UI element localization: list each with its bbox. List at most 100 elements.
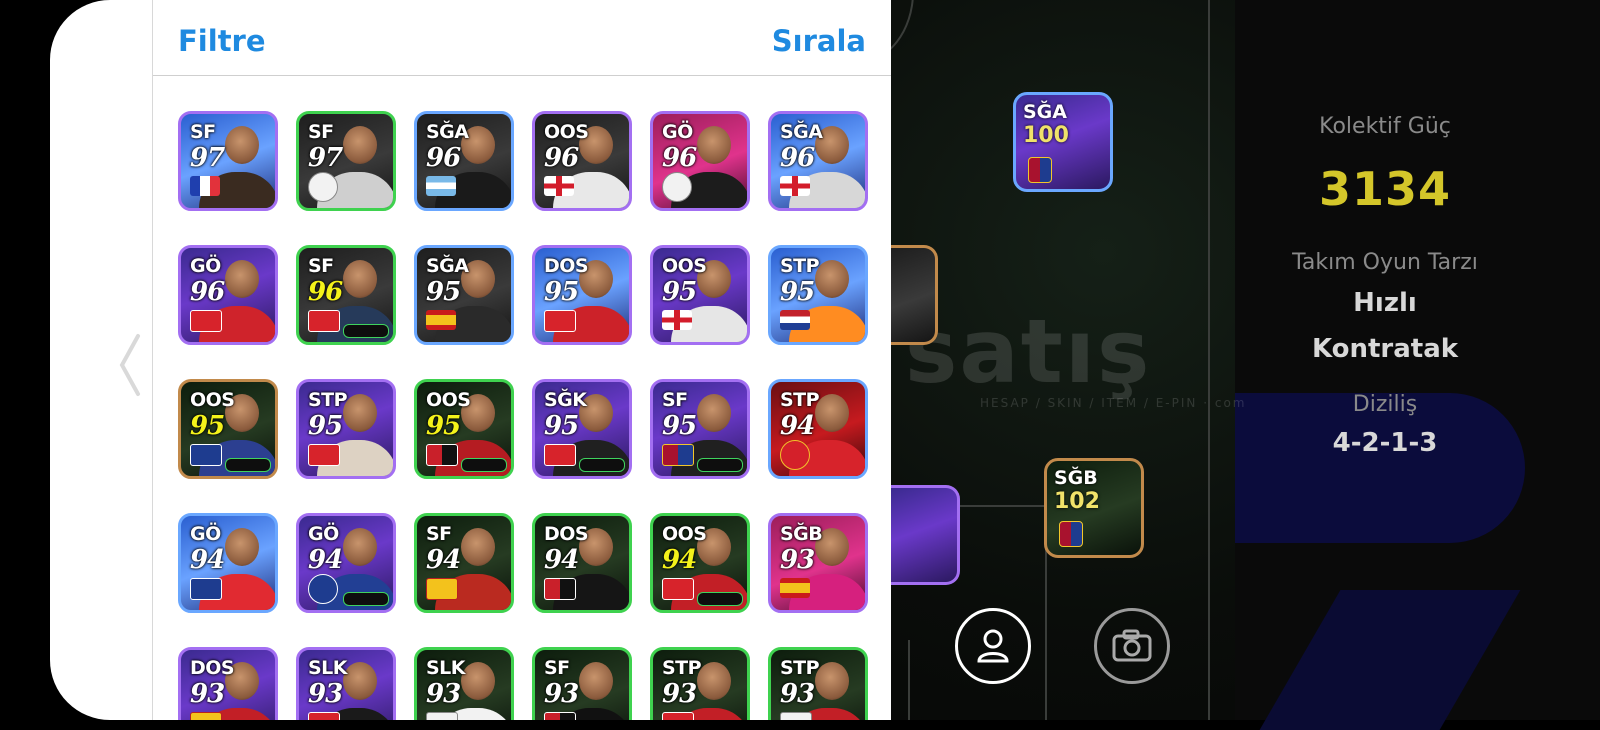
booster-slots-icon bbox=[461, 458, 507, 472]
club-crest-icon bbox=[190, 712, 222, 720]
player-card[interactable]: SF 94 bbox=[414, 513, 514, 613]
player-card[interactable]: STP 93 bbox=[768, 647, 868, 720]
pitch-card-rating: 102 bbox=[1054, 489, 1100, 514]
filter-button[interactable]: Filtre bbox=[178, 24, 266, 58]
player-rating: 96 bbox=[544, 143, 579, 173]
list-header: Filtre Sırala bbox=[153, 0, 891, 76]
player-card[interactable]: STP 93 bbox=[650, 647, 750, 720]
player-rating: 97 bbox=[308, 143, 343, 173]
player-card[interactable]: OOS 95 bbox=[178, 379, 278, 479]
player-card[interactable]: SF 96 bbox=[296, 245, 396, 345]
player-position: GÖ bbox=[308, 523, 339, 545]
player-position: DOS bbox=[190, 657, 235, 679]
pitch-player-card[interactable]: SĞB 102 bbox=[1044, 458, 1144, 558]
booster-slots-icon bbox=[343, 324, 389, 338]
player-card[interactable]: GÖ 96 bbox=[178, 245, 278, 345]
player-photo-head bbox=[815, 662, 849, 700]
player-position: OOS bbox=[662, 523, 707, 545]
player-rating: 95 bbox=[662, 411, 697, 441]
club-crest-icon bbox=[544, 310, 576, 332]
player-card[interactable]: OOS 95 bbox=[650, 245, 750, 345]
player-card[interactable]: OOS 94 bbox=[650, 513, 750, 613]
player-card[interactable]: SF 97 bbox=[178, 111, 278, 211]
player-card[interactable]: SĞA 96 bbox=[414, 111, 514, 211]
player-card[interactable]: SĞA 96 bbox=[768, 111, 868, 211]
collective-power-value: 3134 bbox=[1318, 162, 1452, 216]
club-crest-icon bbox=[308, 712, 340, 720]
country-flag-icon bbox=[780, 310, 810, 330]
player-card[interactable]: STP 95 bbox=[296, 379, 396, 479]
player-position: OOS bbox=[426, 389, 471, 411]
player-position: SĞK bbox=[544, 389, 587, 411]
player-list-panel: Filtre Sırala SF 97 SF 97 SĞA 96 OOS 96 GÖ 96 SĞA 9… bbox=[152, 0, 891, 720]
player-rating: 95 bbox=[308, 411, 343, 441]
player-position: GÖ bbox=[662, 121, 693, 143]
player-position: DOS bbox=[544, 255, 589, 277]
sort-button[interactable]: Sırala bbox=[772, 24, 866, 58]
profile-button[interactable] bbox=[955, 608, 1031, 684]
player-position: SF bbox=[190, 121, 216, 143]
pitch-player-card-partial[interactable] bbox=[890, 245, 938, 345]
player-card[interactable]: SĞA 95 bbox=[414, 245, 514, 345]
club-crest-icon bbox=[544, 444, 576, 466]
player-rating: 93 bbox=[426, 679, 461, 709]
player-card[interactable]: OOS 95 bbox=[414, 379, 514, 479]
player-rating: 96 bbox=[190, 277, 225, 307]
player-position: OOS bbox=[190, 389, 235, 411]
player-rating: 95 bbox=[544, 277, 579, 307]
player-rating: 95 bbox=[544, 411, 579, 441]
player-card[interactable]: SF 97 bbox=[296, 111, 396, 211]
player-rating: 96 bbox=[780, 143, 815, 173]
team-playstyle-label: Takım Oyun Tarzı bbox=[1292, 250, 1478, 275]
player-position: OOS bbox=[544, 121, 589, 143]
player-rating: 93 bbox=[780, 545, 815, 575]
player-position: STP bbox=[780, 389, 820, 411]
country-flag-icon bbox=[426, 176, 456, 196]
player-rating: 94 bbox=[662, 545, 697, 575]
player-card[interactable]: STP 94 bbox=[768, 379, 868, 479]
watermark-subtitle: HESAP / SKIN / ITEM / E-PIN · com bbox=[980, 396, 1247, 410]
player-position: SLK bbox=[426, 657, 466, 679]
player-photo-head bbox=[579, 662, 613, 700]
player-rating: 96 bbox=[308, 277, 343, 307]
country-flag-icon bbox=[544, 176, 574, 196]
player-card[interactable]: SLK 93 bbox=[414, 647, 514, 720]
player-card[interactable]: GÖ 94 bbox=[178, 513, 278, 613]
player-photo-head bbox=[225, 260, 259, 298]
player-card[interactable]: GÖ 94 bbox=[296, 513, 396, 613]
player-card[interactable]: DOS 93 bbox=[178, 647, 278, 720]
watermark-logo: satış bbox=[905, 300, 1152, 403]
player-card[interactable]: STP 95 bbox=[768, 245, 868, 345]
country-flag-icon bbox=[662, 310, 692, 330]
player-photo-head bbox=[225, 126, 259, 164]
player-card[interactable]: SĞK 95 bbox=[532, 379, 632, 479]
player-card[interactable]: DOS 95 bbox=[532, 245, 632, 345]
club-crest-icon bbox=[308, 444, 340, 466]
player-position: GÖ bbox=[190, 255, 221, 277]
player-card[interactable]: OOS 96 bbox=[532, 111, 632, 211]
club-crest-icon bbox=[662, 712, 694, 720]
player-rating: 94 bbox=[308, 545, 343, 575]
player-rating: 94 bbox=[780, 411, 815, 441]
player-card[interactable]: GÖ 96 bbox=[650, 111, 750, 211]
player-card[interactable]: SF 95 bbox=[650, 379, 750, 479]
club-crest-icon bbox=[308, 574, 338, 604]
camera-button[interactable] bbox=[1094, 608, 1170, 684]
pitch-player-card[interactable]: SĞA 100 bbox=[1013, 92, 1113, 192]
player-card[interactable]: DOS 94 bbox=[532, 513, 632, 613]
player-card[interactable]: SĞB 93 bbox=[768, 513, 868, 613]
player-card[interactable]: SF 93 bbox=[532, 647, 632, 720]
booster-slots-icon bbox=[343, 592, 389, 606]
player-photo-head bbox=[343, 126, 377, 164]
player-position: SF bbox=[308, 121, 334, 143]
player-card[interactable]: SLK 93 bbox=[296, 647, 396, 720]
player-rating: 95 bbox=[426, 411, 461, 441]
player-photo-head bbox=[461, 528, 495, 566]
player-photo-head bbox=[697, 662, 731, 700]
player-rating: 93 bbox=[780, 679, 815, 709]
player-rating: 93 bbox=[662, 679, 697, 709]
pitch-player-card-partial[interactable] bbox=[890, 485, 960, 585]
club-crest-icon bbox=[190, 578, 222, 600]
player-photo-head bbox=[697, 126, 731, 164]
chevron-left-icon[interactable] bbox=[110, 330, 150, 400]
